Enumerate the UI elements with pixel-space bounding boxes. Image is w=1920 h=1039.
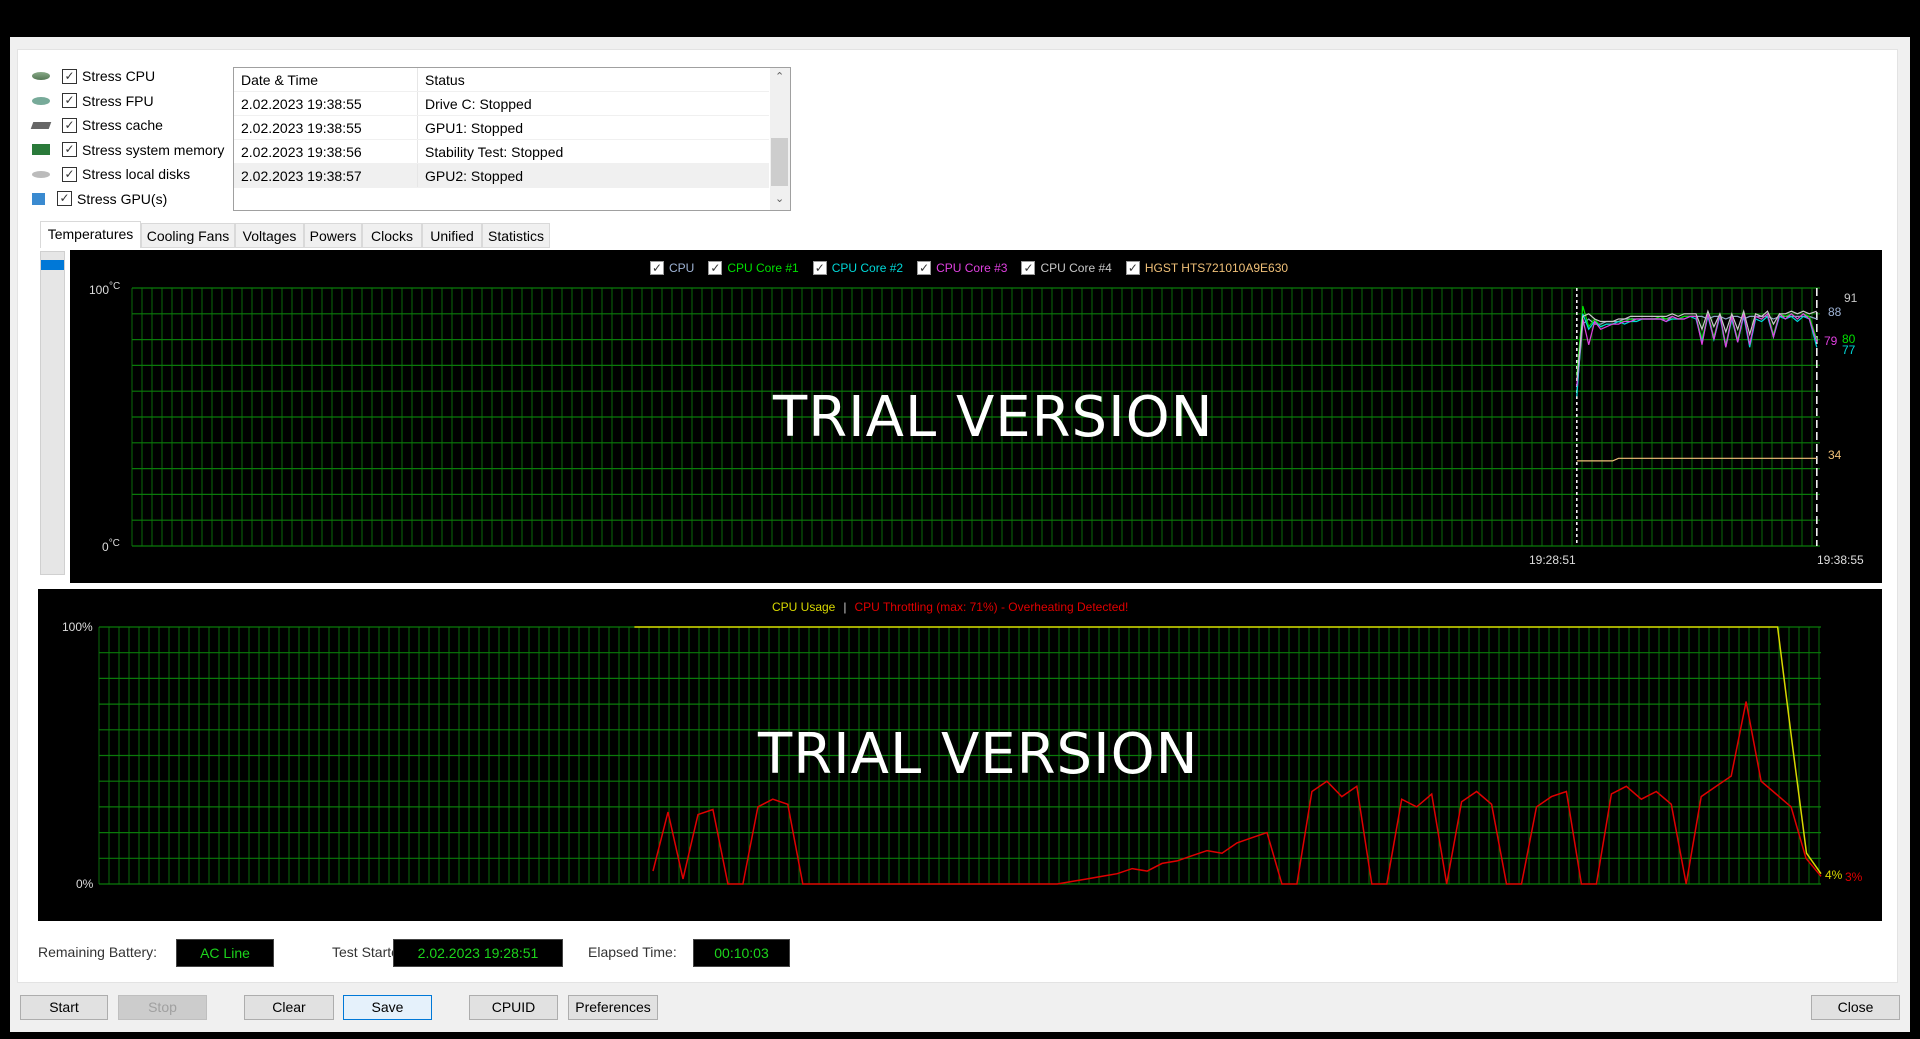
clear-button[interactable]: Clear bbox=[244, 995, 334, 1020]
cpu-usage-plot bbox=[98, 626, 1822, 885]
elapsed-time-label: Elapsed Time: bbox=[588, 944, 677, 960]
elapsed-time-value: 00:10:03 bbox=[693, 939, 790, 967]
cpuid-button[interactable]: CPUID bbox=[469, 995, 558, 1020]
legend-cpu-usage: CPU Usage bbox=[772, 600, 836, 614]
battery-label: Remaining Battery: bbox=[38, 944, 158, 960]
legend-cpu-throttling: CPU Throttling (max: 71%) - Overheating … bbox=[854, 600, 1129, 614]
battery-value: AC Line bbox=[176, 939, 274, 967]
usage-y-min-label: 0% bbox=[76, 877, 94, 891]
trial-watermark: TRIAL VERSION bbox=[758, 722, 1199, 787]
cpu-usage-legend: CPU Usage | CPU Throttling (max: 71%) - … bbox=[772, 600, 1128, 614]
legend-separator: | bbox=[843, 600, 847, 614]
save-button[interactable]: Save bbox=[343, 995, 432, 1020]
stop-button[interactable]: Stop bbox=[118, 995, 207, 1020]
usage-y-max-label: 100% bbox=[62, 620, 93, 634]
test-started-value: 2.02.2023 19:28:51 bbox=[393, 939, 563, 967]
usage-last-value: 4% bbox=[1825, 868, 1843, 882]
close-button[interactable]: Close bbox=[1811, 995, 1900, 1020]
throttling-last-value: 3% bbox=[1845, 870, 1863, 884]
preferences-button[interactable]: Preferences bbox=[568, 995, 658, 1020]
start-button[interactable]: Start bbox=[20, 995, 108, 1020]
